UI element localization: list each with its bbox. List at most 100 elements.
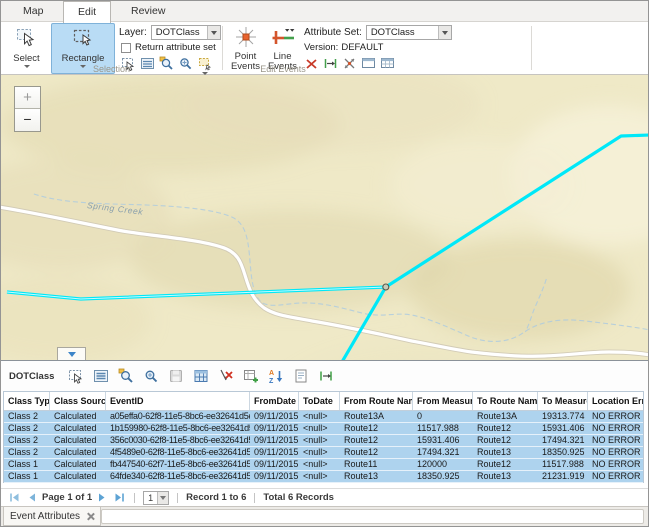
table-cell: Route13A xyxy=(340,411,413,422)
tab-edit[interactable]: Edit xyxy=(63,1,111,23)
attribute-set-field: Attribute Set: DOTClass xyxy=(304,25,452,40)
first-page-button[interactable] xyxy=(8,491,21,504)
previous-page-button[interactable] xyxy=(26,491,37,504)
page-selector-button[interactable] xyxy=(157,492,168,504)
table-row[interactable]: Class 1Calculatedfb447540-62f7-11e5-8bc6… xyxy=(4,459,643,471)
attribute-set-dropdown-button[interactable] xyxy=(438,26,451,39)
route-junction-marker[interactable] xyxy=(383,284,389,290)
table-cell: Route13 xyxy=(473,447,538,458)
sort-icon[interactable]: AZ xyxy=(267,367,285,385)
table-cell: Route12 xyxy=(473,435,538,446)
map-canvas[interactable]: Spring Creek + − xyxy=(1,75,648,360)
panel-window-icon[interactable] xyxy=(361,56,376,71)
table-row[interactable]: Class 1Calculated64fde340-62f8-11e5-8bc6… xyxy=(4,471,643,483)
return-attribute-set-checkbox[interactable] xyxy=(121,43,131,53)
last-page-button[interactable] xyxy=(113,491,126,504)
zoom-out-button[interactable]: − xyxy=(15,109,40,131)
table-cell: 15931.406 xyxy=(538,423,588,434)
split-event-icon[interactable] xyxy=(342,56,357,71)
table-cell: 0 xyxy=(413,411,473,422)
page-selector[interactable]: 1 xyxy=(143,491,169,505)
tab-review[interactable]: Review xyxy=(117,1,179,22)
column-header-eventid[interactable]: EventID xyxy=(106,392,250,410)
table-row[interactable]: Class 2Calculated4f5489e0-62f8-11e5-8bc6… xyxy=(4,447,643,459)
layer-label: Layer: xyxy=(119,27,147,38)
table-cell: 09/11/2015 xyxy=(250,423,299,434)
edit-events-group-label: Edit Events xyxy=(233,64,333,74)
identify-form-icon[interactable] xyxy=(292,367,310,385)
table-cell: Calculated xyxy=(50,447,106,458)
table-cell: a05effa0-62f8-11e5-8bc6-ee32641d5ec9 xyxy=(106,411,250,422)
pagination-bar: Page 1 of 1 1 Record 1 to 6 Total 6 Reco… xyxy=(1,488,648,506)
table-cell: Route12 xyxy=(473,459,538,470)
layer-field: Layer: DOTClass xyxy=(119,25,221,40)
table-cell: Class 1 xyxy=(4,459,50,470)
pan-to-selected-icon[interactable] xyxy=(142,367,160,385)
layer-dropdown[interactable]: DOTClass xyxy=(151,25,221,40)
table-cell: <null> xyxy=(299,459,340,470)
table-cell: <null> xyxy=(299,411,340,422)
table-cell: 18350.925 xyxy=(413,471,473,482)
table-cell: <null> xyxy=(299,423,340,434)
table-row[interactable]: Class 2Calculateda05effa0-62f8-11e5-8bc6… xyxy=(4,411,643,423)
return-attribute-set-label: Return attribute set xyxy=(135,42,216,53)
svg-text:Z: Z xyxy=(269,378,274,384)
pager-divider xyxy=(134,493,135,503)
table-cell: Class 1 xyxy=(4,471,50,482)
zoom-to-selected-icon[interactable] xyxy=(117,367,135,385)
column-header-from-route-name[interactable]: From Route Name xyxy=(340,392,413,410)
table-cell: 356c0030-62f8-11e5-8bc6-ee32641d5ec9 xyxy=(106,435,250,446)
tab-event-attributes[interactable]: Event Attributes xyxy=(3,507,101,526)
offset-measure-icon[interactable] xyxy=(317,367,335,385)
tab-map[interactable]: Map xyxy=(9,1,57,22)
open-table-icon[interactable] xyxy=(192,367,210,385)
column-header-class-type[interactable]: Class Type xyxy=(4,392,50,410)
close-icon[interactable] xyxy=(86,512,94,520)
table-cell: 11517.988 xyxy=(538,459,588,470)
ribbon-separator xyxy=(222,26,223,70)
table-cell: Class 2 xyxy=(4,447,50,458)
table-cell: 09/11/2015 xyxy=(250,435,299,446)
table-cell: NO ERROR xyxy=(588,423,643,434)
table-row[interactable]: Class 2Calculated356c0030-62f8-11e5-8bc6… xyxy=(4,435,643,447)
table-row[interactable]: Class 2Calculated1b159980-62f8-11e5-8bc6… xyxy=(4,423,643,435)
column-header-class-source[interactable]: Class Source xyxy=(50,392,106,410)
table-cell: Calculated xyxy=(50,435,106,446)
table-window-icon[interactable] xyxy=(380,56,395,71)
event-attributes-panel: DOTClass xyxy=(1,360,648,525)
table-cell: <null> xyxy=(299,435,340,446)
return-attribute-set-field[interactable]: Return attribute set xyxy=(121,42,216,53)
table-cell: 15931.406 xyxy=(413,435,473,446)
attribute-set-dropdown[interactable]: DOTClass xyxy=(366,25,452,40)
table-cell: Route12 xyxy=(340,423,413,434)
table-cell: 09/11/2015 xyxy=(250,459,299,470)
table-cell: Route13 xyxy=(473,471,538,482)
column-header-to-route-name[interactable]: To Route Name xyxy=(473,392,538,410)
panel-collapse-button[interactable] xyxy=(57,347,86,360)
table-cell: Route13 xyxy=(340,471,413,482)
table-cell: Calculated xyxy=(50,423,106,434)
table-cell: Route12 xyxy=(473,423,538,434)
next-page-button[interactable] xyxy=(97,491,108,504)
append-events-icon[interactable] xyxy=(242,367,260,385)
attribute-list-icon[interactable] xyxy=(92,367,110,385)
table-cell: 17494.321 xyxy=(538,435,588,446)
column-header-location-error[interactable]: Location Error xyxy=(588,392,643,410)
select-tool-label: Select xyxy=(5,54,48,64)
table-cell: NO ERROR xyxy=(588,459,643,470)
layer-dropdown-button[interactable] xyxy=(207,26,220,39)
page-label: Page 1 of 1 xyxy=(42,492,92,503)
select-events-icon[interactable] xyxy=(67,367,85,385)
basemap: Spring Creek xyxy=(1,75,648,360)
delete-events-icon[interactable] xyxy=(217,367,235,385)
column-header-todate[interactable]: ToDate xyxy=(299,392,340,410)
zoom-in-button[interactable]: + xyxy=(15,87,40,109)
panel-tabbar-strip xyxy=(101,509,644,524)
column-header-from-measure[interactable]: From Measure xyxy=(413,392,473,410)
ribbon-tabbar: Map Edit Review xyxy=(1,1,648,22)
event-attributes-tab-label: Event Attributes xyxy=(10,511,80,522)
save-icon[interactable] xyxy=(167,367,185,385)
column-header-fromdate[interactable]: FromDate xyxy=(250,392,299,410)
table-cell: 120000 xyxy=(413,459,473,470)
column-header-to-measure[interactable]: To Measure xyxy=(538,392,588,410)
